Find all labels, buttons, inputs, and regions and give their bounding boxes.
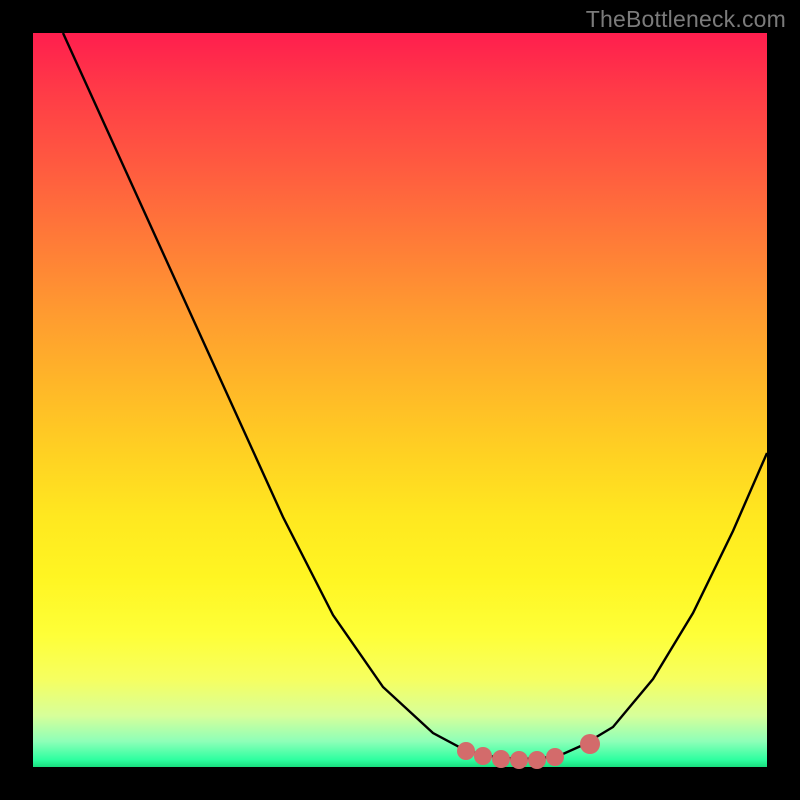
watermark-text: TheBottleneck.com (586, 6, 786, 33)
marker-dot (474, 747, 492, 765)
marker-dot (492, 750, 510, 768)
marker-dot (528, 751, 546, 769)
plot-area (33, 33, 767, 767)
marker-dot (510, 751, 528, 769)
chart-frame: TheBottleneck.com (0, 0, 800, 800)
marker-dot (457, 742, 475, 760)
marker-dot (546, 748, 564, 766)
curve-line (63, 33, 767, 759)
marker-dot (580, 734, 600, 754)
chart-svg (33, 33, 767, 767)
